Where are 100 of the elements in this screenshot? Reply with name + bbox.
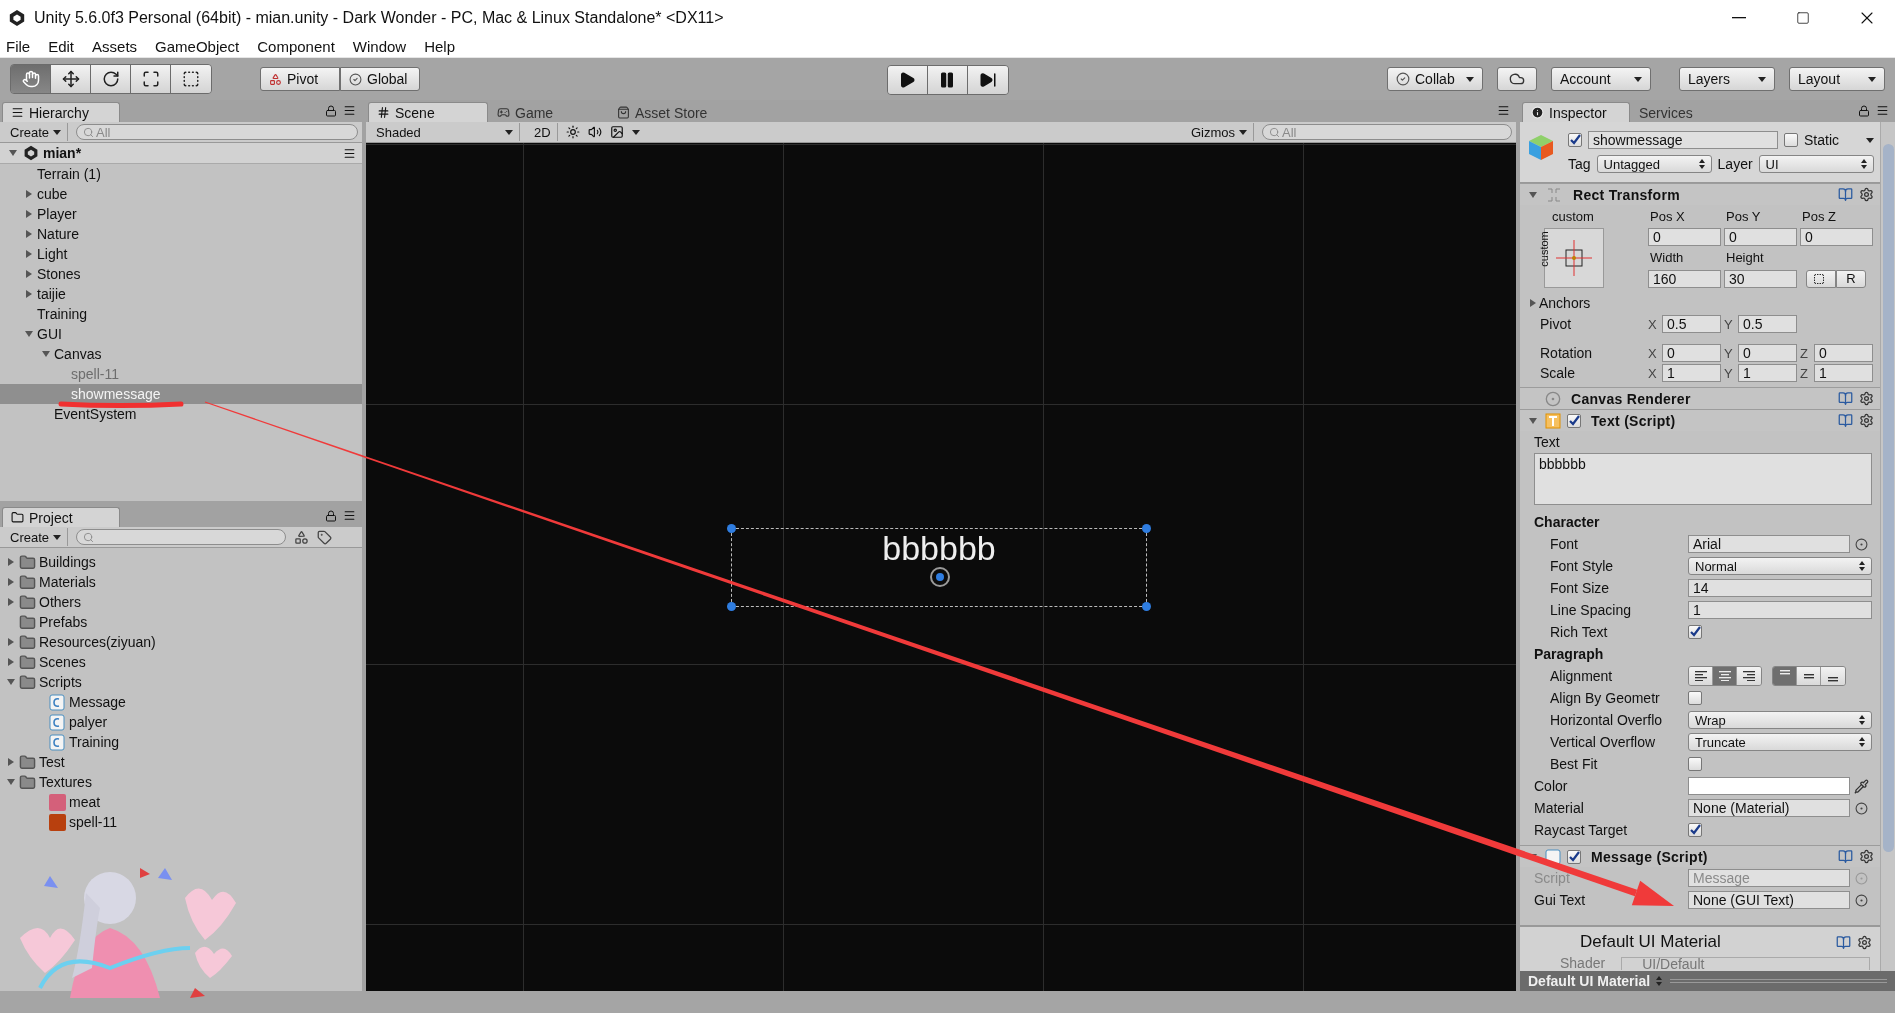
eyedropper-icon[interactable] <box>1853 778 1869 794</box>
lock-icon[interactable] <box>1858 104 1870 117</box>
panel-menu-icon[interactable] <box>343 104 356 117</box>
effects-icon[interactable] <box>609 125 624 139</box>
checkbox[interactable] <box>1688 823 1702 837</box>
lock-icon[interactable] <box>325 104 337 117</box>
help-icon[interactable] <box>1838 413 1853 428</box>
collab-button[interactable]: Collab <box>1387 67 1483 91</box>
hierarchy-item[interactable]: Training <box>0 304 362 324</box>
object-field[interactable]: Arial <box>1688 535 1850 553</box>
hierarchy-item[interactable]: GUI <box>0 324 362 344</box>
enabled-checkbox[interactable] <box>1567 413 1581 428</box>
panel-menu-icon[interactable] <box>1497 104 1510 117</box>
number-field[interactable]: 0.5 <box>1738 315 1797 333</box>
number-field[interactable]: 1 <box>1814 364 1873 382</box>
label-tag-icon[interactable] <box>317 529 333 545</box>
layer-dropdown[interactable]: UI <box>1758 155 1874 173</box>
scene-tab[interactable]: Scene <box>368 102 488 122</box>
tag-dropdown[interactable]: Untagged <box>1596 155 1712 173</box>
number-field[interactable]: 30 <box>1724 269 1797 288</box>
color-swatch[interactable] <box>1688 777 1850 795</box>
object-picker-icon[interactable] <box>1854 537 1868 551</box>
raw-edit-button[interactable]: R <box>1836 269 1866 288</box>
align-button[interactable] <box>1821 667 1845 685</box>
lock-icon[interactable] <box>325 509 337 522</box>
settings-icon[interactable] <box>1859 849 1874 864</box>
hierarchy-item[interactable]: EventSystem <box>0 404 362 424</box>
pivot-button[interactable]: Pivot <box>260 67 340 91</box>
project-item[interactable]: Textures <box>0 772 362 792</box>
number-field[interactable]: 0 <box>1738 344 1797 362</box>
project-item[interactable]: palyer <box>0 712 362 732</box>
object-picker-icon[interactable] <box>1854 893 1868 907</box>
tool-button[interactable] <box>91 65 131 93</box>
align-button[interactable] <box>1797 667 1821 685</box>
project-item[interactable]: Message <box>0 692 362 712</box>
tool-button[interactable] <box>171 65 211 93</box>
shading-dropdown[interactable]: Shaded <box>370 123 520 141</box>
panel-menu-icon[interactable] <box>343 146 356 160</box>
help-icon[interactable] <box>1838 849 1853 864</box>
menu-item[interactable]: GameObject <box>155 37 240 55</box>
number-field[interactable]: 1 <box>1662 364 1721 382</box>
hierarchy-item[interactable]: taijie <box>0 284 362 304</box>
project-item[interactable]: Prefabs <box>0 612 362 632</box>
hierarchy-item[interactable]: cube <box>0 184 362 204</box>
settings-icon[interactable] <box>1859 413 1874 428</box>
resize-handle[interactable] <box>1142 602 1151 611</box>
hierarchy-item[interactable]: Stones <box>0 264 362 284</box>
layout-button[interactable]: Layout <box>1789 67 1885 91</box>
project-item[interactable]: Others <box>0 592 362 612</box>
menu-item[interactable]: Window <box>352 37 407 55</box>
enabled-checkbox[interactable] <box>1567 849 1581 864</box>
resize-handle[interactable] <box>727 524 736 533</box>
project-item[interactable]: spell-11 <box>0 812 362 832</box>
name-field[interactable]: showmessage <box>1588 131 1778 149</box>
gizmos-dropdown[interactable]: Gizmos <box>1184 123 1254 141</box>
object-field[interactable]: None (Material) <box>1688 799 1850 817</box>
settings-icon[interactable] <box>1859 187 1874 202</box>
dropdown[interactable]: Wrap <box>1688 711 1872 729</box>
2d-toggle[interactable]: 2D <box>528 123 558 141</box>
play-button[interactable] <box>887 66 928 94</box>
tool-button[interactable] <box>131 65 171 93</box>
filter-type-icon[interactable] <box>294 529 310 545</box>
panel-menu-icon[interactable] <box>343 509 356 522</box>
text-area[interactable]: bbbbbb <box>1534 453 1872 505</box>
menu-item[interactable]: Component <box>257 37 335 55</box>
menu-item[interactable]: File <box>6 37 31 55</box>
inspector-tab[interactable]: Inspector <box>1522 102 1630 122</box>
global-button[interactable]: Global <box>340 67 420 91</box>
resize-handle[interactable] <box>1142 524 1151 533</box>
cloud-button[interactable] <box>1497 67 1537 91</box>
dropdown[interactable]: Normal <box>1688 557 1872 575</box>
hierarchy-item[interactable]: Terrain (1) <box>0 164 362 184</box>
project-item[interactable]: Training <box>0 732 362 752</box>
search-field[interactable] <box>76 529 287 545</box>
help-icon[interactable] <box>1838 187 1853 202</box>
project-item[interactable]: Buildings <box>0 552 362 572</box>
project-item[interactable]: Resources(ziyuan) <box>0 632 362 652</box>
step-button[interactable] <box>967 66 1008 94</box>
align-button[interactable] <box>1689 667 1713 685</box>
help-icon[interactable] <box>1836 934 1851 950</box>
checkbox[interactable] <box>1688 757 1702 771</box>
audio-icon[interactable] <box>587 125 602 139</box>
panel-menu-icon[interactable] <box>1876 104 1889 117</box>
project-item[interactable]: meat <box>0 792 362 812</box>
checkbox[interactable] <box>1688 691 1702 705</box>
scene-tab[interactable]: Asset Store <box>608 102 728 122</box>
number-field[interactable]: 0 <box>1814 344 1873 362</box>
project-item[interactable]: Scripts <box>0 672 362 692</box>
project-tab[interactable]: Project <box>2 507 120 527</box>
resize-handle[interactable] <box>727 602 736 611</box>
number-field[interactable]: 0 <box>1800 228 1873 247</box>
project-item[interactable]: Test <box>0 752 362 772</box>
object-field[interactable]: None (GUI Text) <box>1688 891 1850 909</box>
number-field[interactable]: 0.5 <box>1662 315 1721 333</box>
account-button[interactable]: Account <box>1551 67 1651 91</box>
menu-item[interactable]: Assets <box>92 37 138 55</box>
number-field[interactable]: 0 <box>1648 228 1721 247</box>
scene-tab[interactable]: Game <box>488 102 608 122</box>
pause-button[interactable] <box>927 66 968 94</box>
project-item[interactable]: Scenes <box>0 652 362 672</box>
